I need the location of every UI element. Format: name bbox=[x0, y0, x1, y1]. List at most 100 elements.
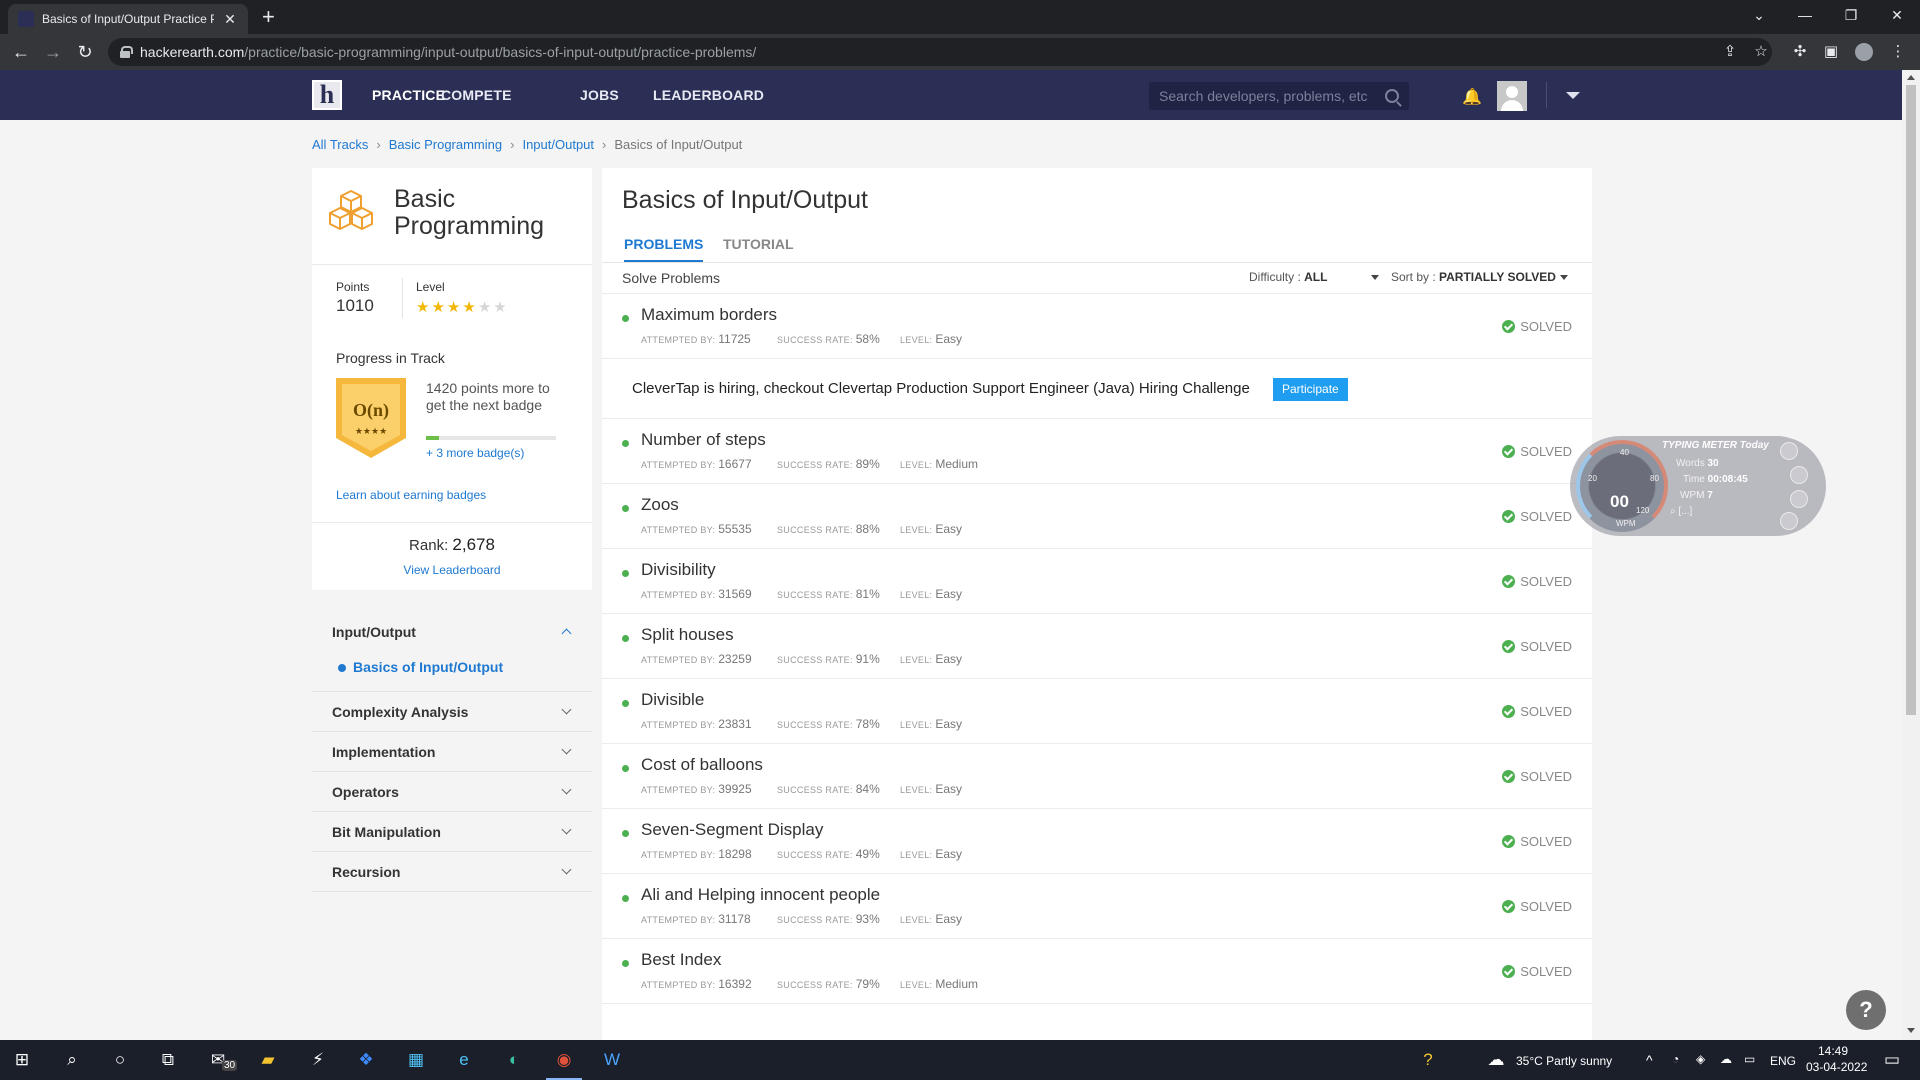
close-window-icon[interactable]: ✕ bbox=[1874, 0, 1920, 30]
chrome-menu-icon[interactable]: ⋮ bbox=[1889, 43, 1907, 61]
tab-problems[interactable]: PROBLEMS bbox=[624, 236, 704, 263]
tray-chevron-icon[interactable]: ^ bbox=[1646, 1052, 1653, 1068]
network-icon[interactable]: ◔ bbox=[1672, 1052, 1679, 1066]
more-badges-link[interactable]: + 3 more badge(s) bbox=[426, 446, 524, 460]
language-indicator[interactable]: ENG bbox=[1770, 1054, 1796, 1068]
weather-text[interactable]: 35°C Partly sunny bbox=[1516, 1054, 1612, 1068]
internet-explorer-icon[interactable]: e bbox=[452, 1048, 476, 1072]
notifications-icon[interactable]: ▭ bbox=[1880, 1048, 1904, 1072]
problem-row[interactable]: Cost of balloons ATTEMPTED BY: 39925 SUCCES… bbox=[602, 744, 1592, 809]
tab-search-chevron-icon[interactable]: ⌄ bbox=[1736, 0, 1782, 30]
nav-jobs[interactable]: JOBS bbox=[580, 70, 619, 120]
problem-row[interactable]: Split houses ATTEMPTED BY: 23259 SUCCESS RA… bbox=[602, 614, 1592, 679]
learn-badges-link[interactable]: Learn about earning badges bbox=[336, 488, 486, 502]
problem-name[interactable]: Divisible bbox=[641, 690, 704, 710]
sidenav-item-operators[interactable]: Operators bbox=[312, 772, 592, 812]
page-scrollbar[interactable] bbox=[1902, 70, 1920, 1040]
problem-name[interactable]: Maximum borders bbox=[641, 305, 777, 325]
edge-icon[interactable]: ◐ bbox=[502, 1048, 526, 1072]
problem-row[interactable]: Maximum borders ATTEMPTED BY: 11725 SUCCESS… bbox=[602, 294, 1592, 359]
nav-compete[interactable]: COMPETE bbox=[441, 70, 512, 120]
sidenav-item-complexity-analysis[interactable]: Complexity Analysis bbox=[312, 692, 592, 732]
breadcrumb-all-tracks[interactable]: All Tracks bbox=[312, 137, 368, 152]
problem-name[interactable]: Zoos bbox=[641, 495, 679, 515]
battery-icon[interactable]: ▭ bbox=[1744, 1052, 1755, 1066]
problem-name[interactable]: Seven-Segment Display bbox=[641, 820, 823, 840]
problem-name[interactable]: Ali and Helping innocent people bbox=[641, 885, 880, 905]
onedrive-icon[interactable]: ☁ bbox=[1720, 1052, 1732, 1066]
search-icon[interactable] bbox=[1385, 89, 1399, 103]
clock-time[interactable]: 14:49 bbox=[1818, 1044, 1848, 1058]
help-icon[interactable]: ? bbox=[1846, 990, 1886, 1030]
back-icon[interactable]: ← bbox=[10, 41, 32, 63]
typing-meter-widget[interactable]: 20 40 80 120 00 WPM TYPING METER Today W… bbox=[1570, 436, 1826, 536]
search-icon[interactable]: ⌕ [...] bbox=[1670, 506, 1692, 517]
dropbox-icon[interactable]: ❖ bbox=[354, 1048, 378, 1072]
profile-avatar-icon[interactable] bbox=[1855, 43, 1873, 61]
problem-row[interactable]: Number of steps ATTEMPTED BY: 16677 SUCCESS… bbox=[602, 419, 1592, 484]
breadcrumb-input-output[interactable]: Input/Output bbox=[522, 137, 594, 152]
browser-tab[interactable]: Basics of Input/Output Practice P ✕ bbox=[8, 4, 248, 34]
pause-icon[interactable] bbox=[1790, 466, 1808, 484]
task-view-icon[interactable]: ⧉ bbox=[156, 1048, 180, 1072]
sidenav-item-input-output[interactable]: Input/Output bbox=[312, 612, 592, 652]
problem-name[interactable]: Divisibility bbox=[641, 560, 716, 580]
scroll-thumb[interactable] bbox=[1906, 85, 1916, 715]
address-bar[interactable]: hackerearth.com/practice/basic-programmi… bbox=[108, 38, 1772, 66]
search-icon[interactable]: ⌕ bbox=[60, 1048, 84, 1072]
problem-row[interactable]: Seven-Segment Display ATTEMPTED BY: 18298 S… bbox=[602, 809, 1592, 874]
breadcrumb-basic-programming[interactable]: Basic Programming bbox=[389, 137, 502, 152]
store-icon[interactable]: ▦ bbox=[404, 1048, 428, 1072]
sort-by-filter[interactable]: Sort by : PARTIALLY SOLVED bbox=[1391, 270, 1568, 284]
minimize-icon[interactable]: — bbox=[1782, 0, 1828, 30]
user-avatar[interactable] bbox=[1497, 81, 1527, 111]
app-icon[interactable]: ⚡ bbox=[306, 1048, 330, 1072]
user-menu-caret-icon[interactable] bbox=[1566, 92, 1580, 99]
scroll-down-icon[interactable] bbox=[1907, 1028, 1915, 1033]
problem-row[interactable]: Zoos ATTEMPTED BY: 55535 SUCCESS RATE: 88% LE… bbox=[602, 484, 1592, 549]
bookmark-star-icon[interactable]: ☆ bbox=[1752, 43, 1770, 61]
problem-name[interactable]: Number of steps bbox=[641, 430, 766, 450]
restore-icon[interactable]: ❐ bbox=[1828, 0, 1874, 30]
problem-row[interactable]: Divisibility ATTEMPTED BY: 31569 SUCCESS RA… bbox=[602, 549, 1592, 614]
sidenav-item-bit-manipulation[interactable]: Bit Manipulation bbox=[312, 812, 592, 852]
close-tab-icon[interactable]: ✕ bbox=[222, 11, 238, 28]
help-tray-icon[interactable]: ? bbox=[1416, 1048, 1440, 1072]
problem-row[interactable]: Divisible ATTEMPTED BY: 23831 SUCCESS RATE:… bbox=[602, 679, 1592, 744]
file-explorer-icon[interactable]: ▰ bbox=[256, 1048, 280, 1072]
share-icon[interactable]: ⇪ bbox=[1721, 43, 1739, 61]
new-tab-icon[interactable]: + bbox=[262, 5, 275, 29]
forward-icon[interactable]: → bbox=[42, 41, 64, 63]
sidenav-item-recursion[interactable]: Recursion bbox=[312, 852, 592, 892]
notification-bell-icon[interactable]: 🔔 bbox=[1462, 87, 1482, 107]
sidenav-item-implementation[interactable]: Implementation bbox=[312, 732, 592, 772]
problem-name[interactable]: Cost of balloons bbox=[641, 755, 763, 775]
view-leaderboard-link[interactable]: View Leaderboard bbox=[312, 563, 592, 577]
problem-row[interactable]: Best Index ATTEMPTED BY: 16392 SUCCESS RATE… bbox=[602, 939, 1592, 1004]
app-w-icon[interactable]: W bbox=[600, 1048, 624, 1072]
problem-name[interactable]: Split houses bbox=[641, 625, 734, 645]
problem-name[interactable]: Best Index bbox=[641, 950, 721, 970]
chrome-icon[interactable]: ◉ bbox=[552, 1048, 576, 1072]
difficulty-filter[interactable]: Difficulty : ALL bbox=[1249, 270, 1380, 284]
extensions-icon[interactable]: ✣ bbox=[1791, 43, 1809, 61]
search-input[interactable] bbox=[1159, 88, 1385, 104]
cortana-icon[interactable]: ○ bbox=[108, 1048, 132, 1072]
reload-icon[interactable]: ↻ bbox=[74, 41, 96, 63]
sync-icon[interactable]: ◈ bbox=[1696, 1052, 1705, 1066]
problem-row[interactable]: Ali and Helping innocent people ATTEMPTED… bbox=[602, 874, 1592, 939]
side-panel-icon[interactable]: ▣ bbox=[1822, 43, 1840, 61]
participate-button[interactable]: Participate bbox=[1273, 378, 1348, 401]
stats-icon[interactable] bbox=[1790, 490, 1808, 508]
scroll-up-icon[interactable] bbox=[1907, 75, 1915, 80]
more-icon[interactable] bbox=[1780, 512, 1798, 530]
hackerearth-logo[interactable]: h bbox=[312, 80, 342, 110]
nav-practice[interactable]: PRACTICE bbox=[372, 70, 445, 120]
nav-leaderboard[interactable]: LEADERBOARD bbox=[653, 70, 764, 120]
minimize-widget-icon[interactable] bbox=[1780, 442, 1798, 460]
weather-icon[interactable]: ☁ bbox=[1484, 1048, 1508, 1072]
windows-start-icon[interactable]: ⊞ bbox=[10, 1048, 34, 1072]
tab-tutorial[interactable]: TUTORIAL bbox=[723, 236, 794, 260]
clock-date[interactable]: 03-04-2022 bbox=[1806, 1060, 1867, 1074]
sidenav-sub-basics[interactable]: Basics of Input/Output bbox=[312, 652, 592, 692]
